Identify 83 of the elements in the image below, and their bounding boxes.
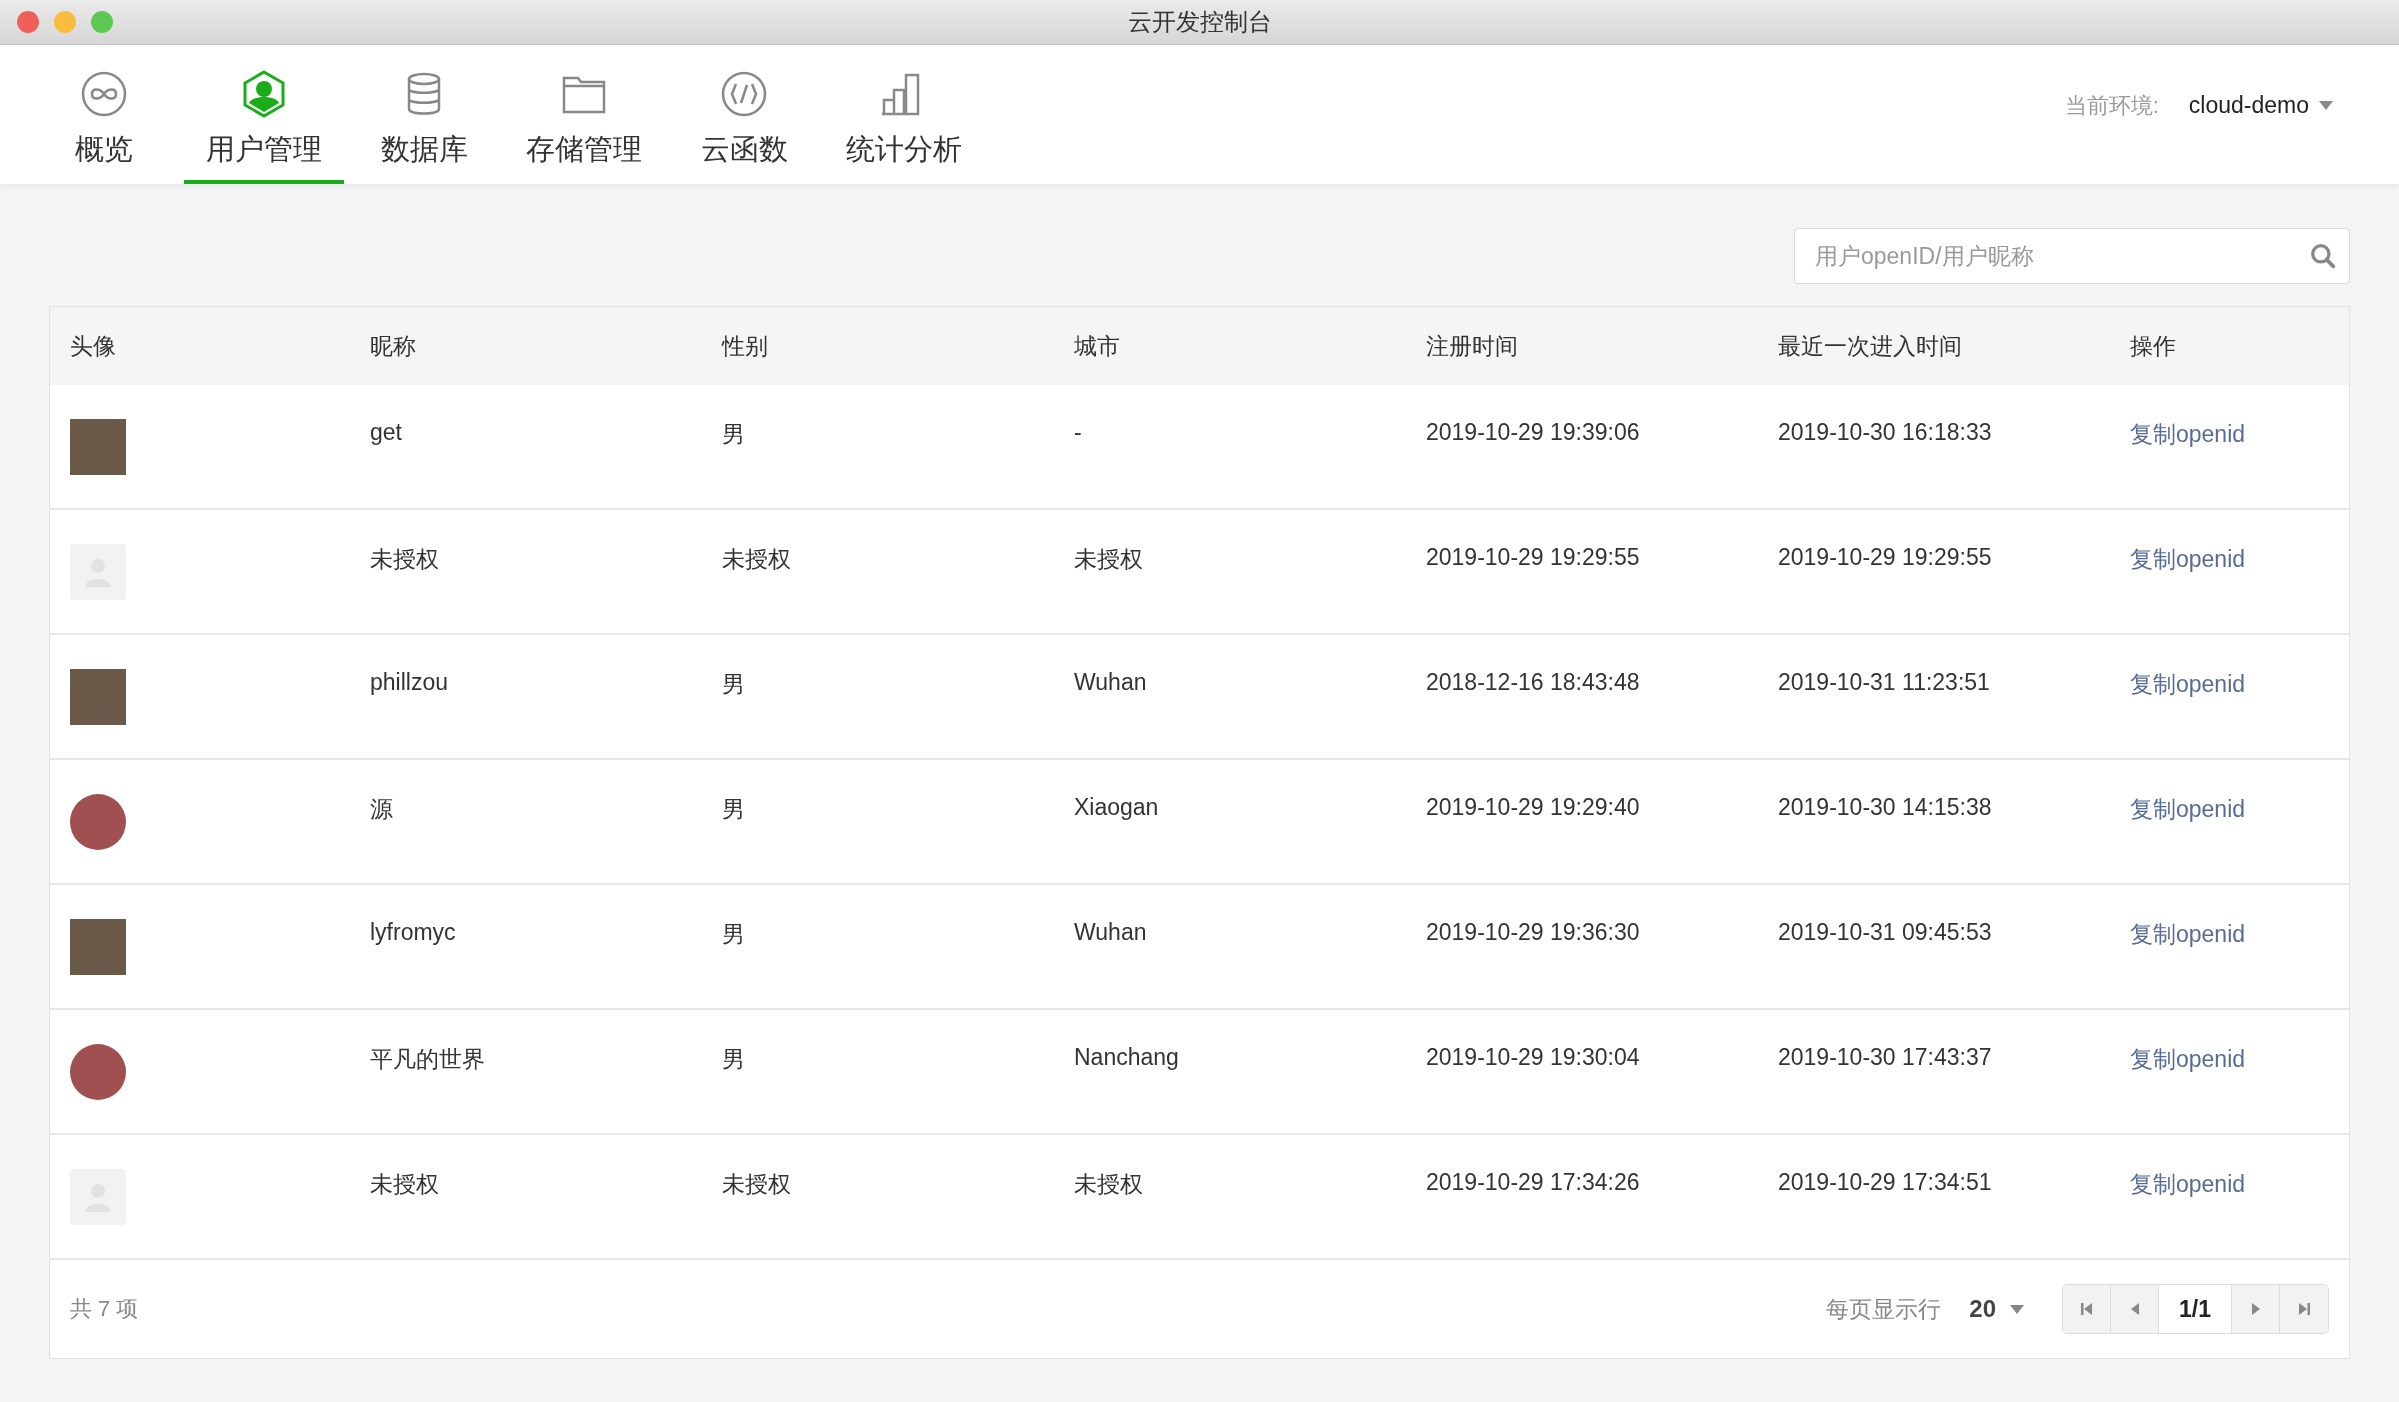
infinity-icon bbox=[80, 70, 128, 118]
column-header: 操作 bbox=[2130, 331, 2177, 361]
table-cell-text: Nanchang bbox=[1074, 1043, 1180, 1071]
column-header: 昵称 bbox=[370, 331, 417, 361]
copy-openid-link[interactable]: 复制openid bbox=[2130, 1169, 2246, 1200]
table-cell-text: Wuhan bbox=[1074, 918, 1148, 946]
minimize-button[interactable] bbox=[54, 11, 76, 33]
previous-page-button[interactable] bbox=[2111, 1285, 2159, 1333]
table-cell-text: 未授权 bbox=[1074, 1170, 1144, 1199]
table-cell-text: 2018-12-16 18:43:48 bbox=[1426, 668, 1641, 696]
nav-tab[interactable]: 用户管理 bbox=[184, 45, 344, 184]
caret-icon bbox=[2319, 101, 2333, 110]
maximize-button[interactable] bbox=[91, 11, 113, 33]
photo-placeholder bbox=[70, 668, 126, 725]
table-cell-text: Xiaogan bbox=[1074, 793, 1160, 821]
next-icon bbox=[2250, 1301, 2261, 1317]
table-cell-text: get bbox=[370, 418, 403, 446]
table-cell-text: 男 bbox=[722, 420, 746, 449]
table-cell-text: 未授权 bbox=[722, 545, 792, 574]
avatar-placeholder bbox=[70, 543, 126, 600]
table-cell-text: Wuhan bbox=[1074, 668, 1148, 696]
code-icon bbox=[720, 70, 768, 118]
table-cell-text: - bbox=[1074, 418, 1083, 446]
table-cell-text: 2019-10-31 11:23:51 bbox=[1778, 668, 1991, 696]
column-header: 注册时间 bbox=[1426, 331, 1519, 361]
photo-placeholder bbox=[70, 918, 126, 975]
nav-tab[interactable]: 存储管理 bbox=[504, 45, 664, 184]
last-page-button[interactable] bbox=[2280, 1285, 2328, 1333]
table-cell-text: 2019-10-29 17:34:26 bbox=[1426, 1168, 1641, 1196]
nav-tab[interactable]: 统计分析 bbox=[824, 45, 984, 184]
column-header: 最近一次进入时间 bbox=[1778, 331, 1963, 361]
first-page-button[interactable] bbox=[2063, 1285, 2111, 1333]
copy-openid-link[interactable]: 复制openid bbox=[2130, 794, 2246, 825]
nav-tab[interactable]: 数据库 bbox=[344, 45, 504, 184]
table-cell-text: 2019-10-29 19:29:55 bbox=[1426, 543, 1641, 571]
table-cell-text: 未授权 bbox=[370, 545, 440, 574]
table-cell-text: 2019-10-30 16:18:33 bbox=[1778, 418, 1993, 446]
table-cell-text: 源 bbox=[370, 795, 394, 824]
copy-openid-link[interactable]: 复制openid bbox=[2130, 419, 2246, 450]
window-title: 云开发控制台 bbox=[1127, 7, 1272, 37]
environment-dropdown[interactable]: cloud-demo bbox=[2188, 92, 2333, 119]
column-header: 城市 bbox=[1074, 331, 1121, 361]
table-cell-text: 2019-10-29 19:29:55 bbox=[1778, 543, 1993, 571]
table-cell-text: 2019-10-30 14:15:38 bbox=[1778, 793, 1993, 821]
table-cell-text: lyfromyc bbox=[370, 918, 457, 946]
page-size-dropdown[interactable]: 20 bbox=[1969, 1295, 2024, 1323]
table-cell-text: 2019-10-31 09:45:53 bbox=[1778, 918, 1993, 946]
table-cell-text: 2019-10-29 19:29:40 bbox=[1426, 793, 1641, 821]
table-cell-text: 未授权 bbox=[370, 1170, 440, 1199]
copy-openid-link[interactable]: 复制openid bbox=[2130, 669, 2246, 700]
copy-openid-link[interactable]: 复制openid bbox=[2130, 919, 2246, 950]
previous-icon bbox=[2129, 1301, 2140, 1317]
caret-icon bbox=[2010, 1304, 2024, 1314]
table-cell-text: 平凡的世界 bbox=[370, 1045, 486, 1074]
search-icon bbox=[2310, 243, 2336, 269]
avatar-placeholder bbox=[70, 1168, 126, 1225]
table-cell-text: 男 bbox=[722, 920, 746, 949]
table-cell-text: 未授权 bbox=[1074, 545, 1144, 574]
nav-tab[interactable]: 云函数 bbox=[664, 45, 824, 184]
page-size-label: 每页显示行 bbox=[1826, 1294, 1942, 1324]
column-header: 性别 bbox=[722, 331, 769, 361]
copy-openid-link[interactable]: 复制openid bbox=[2130, 544, 2246, 575]
last-page-icon bbox=[2297, 1301, 2311, 1317]
next-page-button[interactable] bbox=[2232, 1285, 2280, 1333]
photo-placeholder bbox=[70, 418, 126, 475]
table-cell-text: 男 bbox=[722, 1045, 746, 1074]
nav-tab[interactable]: 概览 bbox=[24, 45, 184, 184]
table-cell-text: 男 bbox=[722, 670, 746, 699]
environment-label: 当前环境: bbox=[2064, 91, 2159, 120]
table-cell-text: 2019-10-29 19:30:04 bbox=[1426, 1043, 1641, 1071]
table-cell-text: 2019-10-30 17:43:37 bbox=[1778, 1043, 1993, 1071]
table-cell-text: 2019-10-29 19:39:06 bbox=[1426, 418, 1641, 446]
close-button[interactable] bbox=[17, 11, 39, 33]
search-field[interactable]: 用户openID/用户昵称 bbox=[1794, 228, 2350, 284]
table-cell-text: phillzou bbox=[370, 668, 449, 696]
table-cell-text: 2019-10-29 17:34:51 bbox=[1778, 1168, 1993, 1196]
total-count: 共 7 项 bbox=[70, 1295, 139, 1323]
first-page-icon bbox=[2079, 1301, 2094, 1317]
copy-openid-link[interactable]: 复制openid bbox=[2130, 1044, 2246, 1075]
column-header: 头像 bbox=[70, 331, 117, 361]
table-cell-text: 男 bbox=[722, 795, 746, 824]
table-cell-text: 2019-10-29 19:36:30 bbox=[1426, 918, 1641, 946]
table-cell-text: 未授权 bbox=[722, 1170, 792, 1199]
